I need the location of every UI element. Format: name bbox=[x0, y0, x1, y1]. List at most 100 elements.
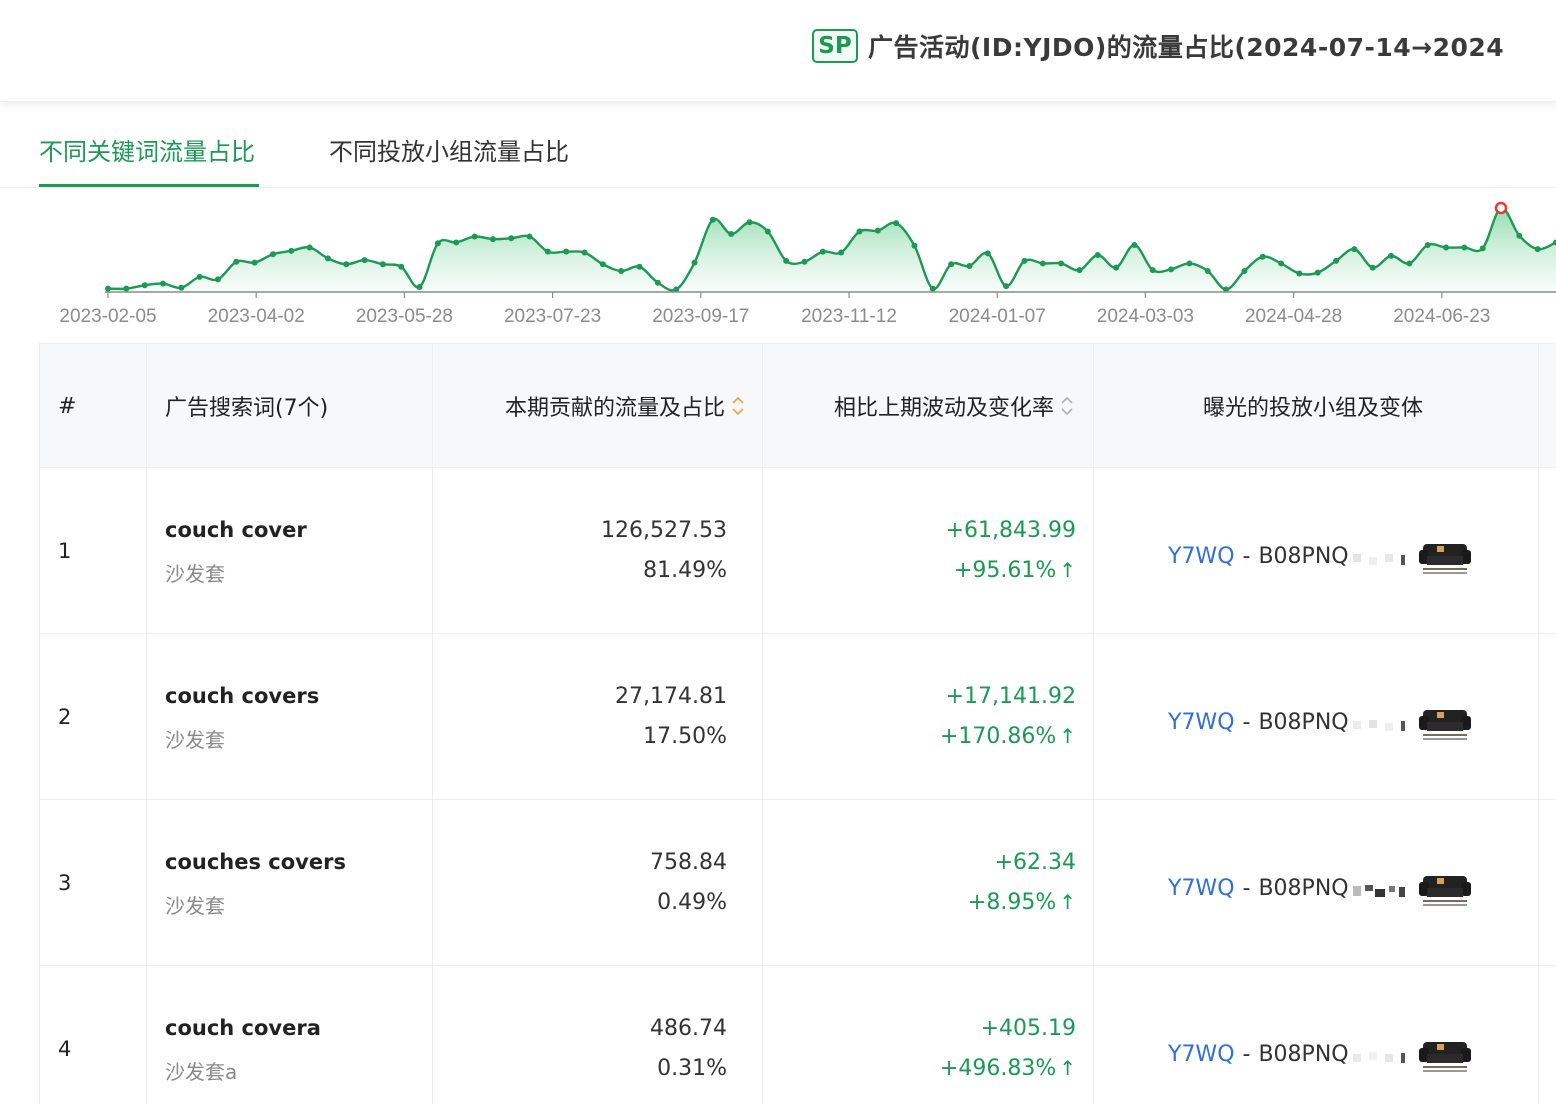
data-point[interactable] bbox=[434, 240, 441, 247]
row-index: 1 bbox=[58, 539, 72, 563]
traffic-value: 758.84 bbox=[650, 850, 727, 875]
data-point[interactable] bbox=[1369, 264, 1376, 271]
data-point[interactable] bbox=[1149, 267, 1156, 274]
data-point[interactable] bbox=[251, 259, 258, 266]
data-point[interactable] bbox=[233, 258, 240, 265]
ad-group-link[interactable]: Y7WQ bbox=[1168, 876, 1235, 901]
data-point[interactable] bbox=[654, 279, 661, 286]
data-point[interactable] bbox=[379, 261, 386, 268]
sofa-product-icon[interactable] bbox=[1417, 868, 1473, 908]
delta-rate-text: +170.86% bbox=[939, 724, 1057, 749]
sofa-product-icon[interactable] bbox=[1417, 702, 1473, 742]
data-point[interactable] bbox=[1021, 257, 1028, 264]
data-point[interactable] bbox=[563, 248, 570, 255]
data-point[interactable] bbox=[1113, 264, 1120, 271]
data-point[interactable] bbox=[1443, 244, 1450, 251]
data-point[interactable] bbox=[1424, 241, 1431, 248]
data-point[interactable] bbox=[1076, 267, 1083, 274]
data-point[interactable] bbox=[1278, 260, 1285, 267]
data-point[interactable] bbox=[874, 227, 881, 234]
data-point[interactable] bbox=[1168, 266, 1175, 273]
data-point[interactable] bbox=[141, 282, 148, 289]
data-point[interactable] bbox=[1241, 268, 1248, 274]
data-point[interactable] bbox=[1534, 246, 1541, 253]
data-point[interactable] bbox=[1204, 268, 1211, 274]
tab-group-traffic[interactable]: 不同投放小组流量占比 bbox=[329, 132, 569, 167]
data-point[interactable] bbox=[453, 239, 460, 246]
table-row: 2 couch covers 沙发套 27,174.81 17.50% +17,… bbox=[40, 634, 1556, 800]
data-point[interactable] bbox=[1003, 283, 1010, 290]
data-point[interactable] bbox=[416, 283, 423, 290]
data-point[interactable] bbox=[838, 249, 845, 256]
data-point[interactable] bbox=[948, 261, 955, 268]
sort-icon[interactable] bbox=[731, 394, 745, 418]
data-point[interactable] bbox=[306, 244, 313, 251]
data-point[interactable] bbox=[1333, 257, 1340, 264]
traffic-delta: +62.34 bbox=[994, 850, 1076, 875]
ad-group-link[interactable]: Y7WQ bbox=[1168, 1042, 1235, 1067]
data-point[interactable] bbox=[214, 276, 221, 283]
data-point[interactable] bbox=[1058, 260, 1065, 267]
data-point[interactable] bbox=[966, 262, 973, 269]
data-point[interactable] bbox=[911, 242, 918, 249]
traffic-value: 126,527.53 bbox=[601, 518, 727, 543]
sofa-product-icon[interactable] bbox=[1417, 1034, 1473, 1074]
data-point[interactable] bbox=[1296, 270, 1303, 277]
data-point[interactable] bbox=[1039, 260, 1046, 267]
traffic-trend-chart: 2023-02-05 2023-04-02 2023-05-28 2023-07-23… bbox=[0, 190, 1556, 340]
data-point[interactable] bbox=[856, 228, 863, 235]
data-point[interactable] bbox=[508, 235, 515, 242]
data-point[interactable] bbox=[783, 257, 790, 264]
data-point[interactable] bbox=[196, 273, 203, 280]
data-point[interactable] bbox=[636, 263, 643, 270]
data-point[interactable] bbox=[1388, 252, 1395, 259]
keyword-translation: 沙发套a bbox=[165, 1060, 238, 1084]
data-point[interactable] bbox=[929, 285, 936, 292]
data-point[interactable] bbox=[105, 285, 111, 292]
data-point[interactable] bbox=[893, 220, 900, 227]
ad-group-link[interactable]: Y7WQ bbox=[1168, 544, 1235, 569]
data-point[interactable] bbox=[1351, 246, 1358, 253]
data-point[interactable] bbox=[1479, 245, 1486, 252]
data-point[interactable] bbox=[801, 258, 808, 265]
data-point[interactable] bbox=[288, 247, 295, 254]
data-point[interactable] bbox=[746, 219, 753, 226]
data-point[interactable] bbox=[691, 259, 698, 266]
data-point[interactable] bbox=[489, 236, 496, 243]
data-point[interactable] bbox=[599, 261, 606, 268]
data-point[interactable] bbox=[1406, 260, 1413, 267]
data-point[interactable] bbox=[1094, 252, 1101, 259]
data-point[interactable] bbox=[728, 231, 735, 238]
sort-icon[interactable] bbox=[1060, 394, 1074, 418]
data-point[interactable] bbox=[324, 255, 331, 262]
data-point[interactable] bbox=[471, 233, 478, 240]
data-point[interactable] bbox=[581, 249, 588, 256]
data-point[interactable] bbox=[544, 248, 551, 255]
ad-group-link[interactable]: Y7WQ bbox=[1168, 710, 1235, 735]
data-point[interactable] bbox=[343, 261, 350, 268]
col-traffic-header[interactable]: 本期贡献的流量及占比 bbox=[505, 344, 745, 468]
sp-badge: SP bbox=[812, 29, 858, 63]
tab-keyword-traffic[interactable]: 不同关键词流量占比 bbox=[39, 132, 255, 167]
data-point[interactable] bbox=[1516, 232, 1523, 239]
data-point[interactable] bbox=[398, 263, 405, 270]
data-point[interactable] bbox=[984, 250, 991, 257]
data-point[interactable] bbox=[709, 216, 716, 223]
data-point[interactable] bbox=[526, 233, 533, 240]
data-point[interactable] bbox=[361, 257, 368, 264]
sofa-product-icon[interactable] bbox=[1417, 536, 1473, 576]
data-point[interactable] bbox=[269, 251, 276, 258]
data-point[interactable] bbox=[178, 284, 185, 291]
data-point[interactable] bbox=[159, 280, 166, 287]
data-point[interactable] bbox=[1186, 260, 1193, 267]
col-change-header[interactable]: 相比上期波动及变化率 bbox=[834, 344, 1074, 468]
data-point[interactable] bbox=[1461, 244, 1468, 251]
data-point[interactable] bbox=[123, 285, 130, 292]
data-point[interactable] bbox=[1314, 269, 1321, 276]
data-point[interactable] bbox=[1259, 253, 1266, 260]
data-point[interactable] bbox=[1131, 241, 1138, 248]
data-point[interactable] bbox=[618, 268, 625, 274]
data-point[interactable] bbox=[764, 228, 771, 235]
highlight-point[interactable] bbox=[1494, 201, 1508, 215]
data-point[interactable] bbox=[819, 248, 826, 255]
